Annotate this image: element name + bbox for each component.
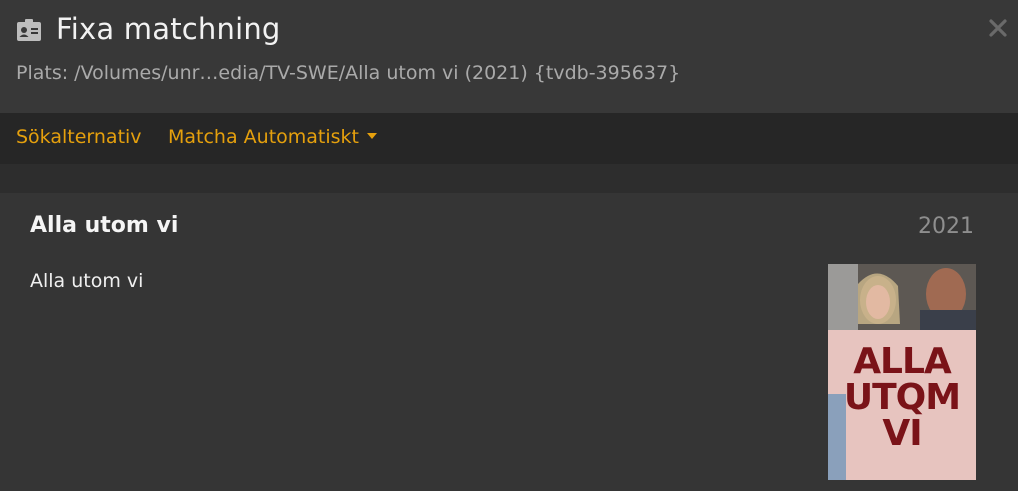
modal-title: Fixa matchning	[56, 12, 281, 46]
match-result-item[interactable]: Alla utom vi 2021 Alla utom vi ALLA UTQM…	[0, 193, 1018, 491]
result-year: 2021	[918, 214, 974, 239]
tab-search-options[interactable]: Sökalternativ	[16, 126, 142, 148]
id-card-icon	[17, 19, 41, 41]
file-location: Plats: /Volumes/unr…edia/TV-SWE/Alla uto…	[16, 62, 681, 84]
tab-bar: Sökalternativ Matcha Automatiskt	[0, 113, 1018, 164]
tab-auto-match[interactable]: Matcha Automatiskt	[168, 126, 378, 148]
poster-title-text: ALLA UTQM VI	[843, 341, 961, 454]
tab-auto-match-label: Matcha Automatiskt	[168, 126, 360, 148]
result-subtitle: Alla utom vi	[30, 270, 144, 292]
poster-image: ALLA UTQM VI	[828, 264, 976, 480]
result-title: Alla utom vi	[30, 213, 179, 238]
modal-header: Fixa matchning Plats: /Volumes/unr…edia/…	[0, 0, 1018, 113]
section-spacer	[0, 164, 1018, 193]
poster-photo	[828, 264, 976, 330]
caret-down-icon	[367, 132, 378, 139]
close-icon[interactable]	[986, 16, 1010, 40]
